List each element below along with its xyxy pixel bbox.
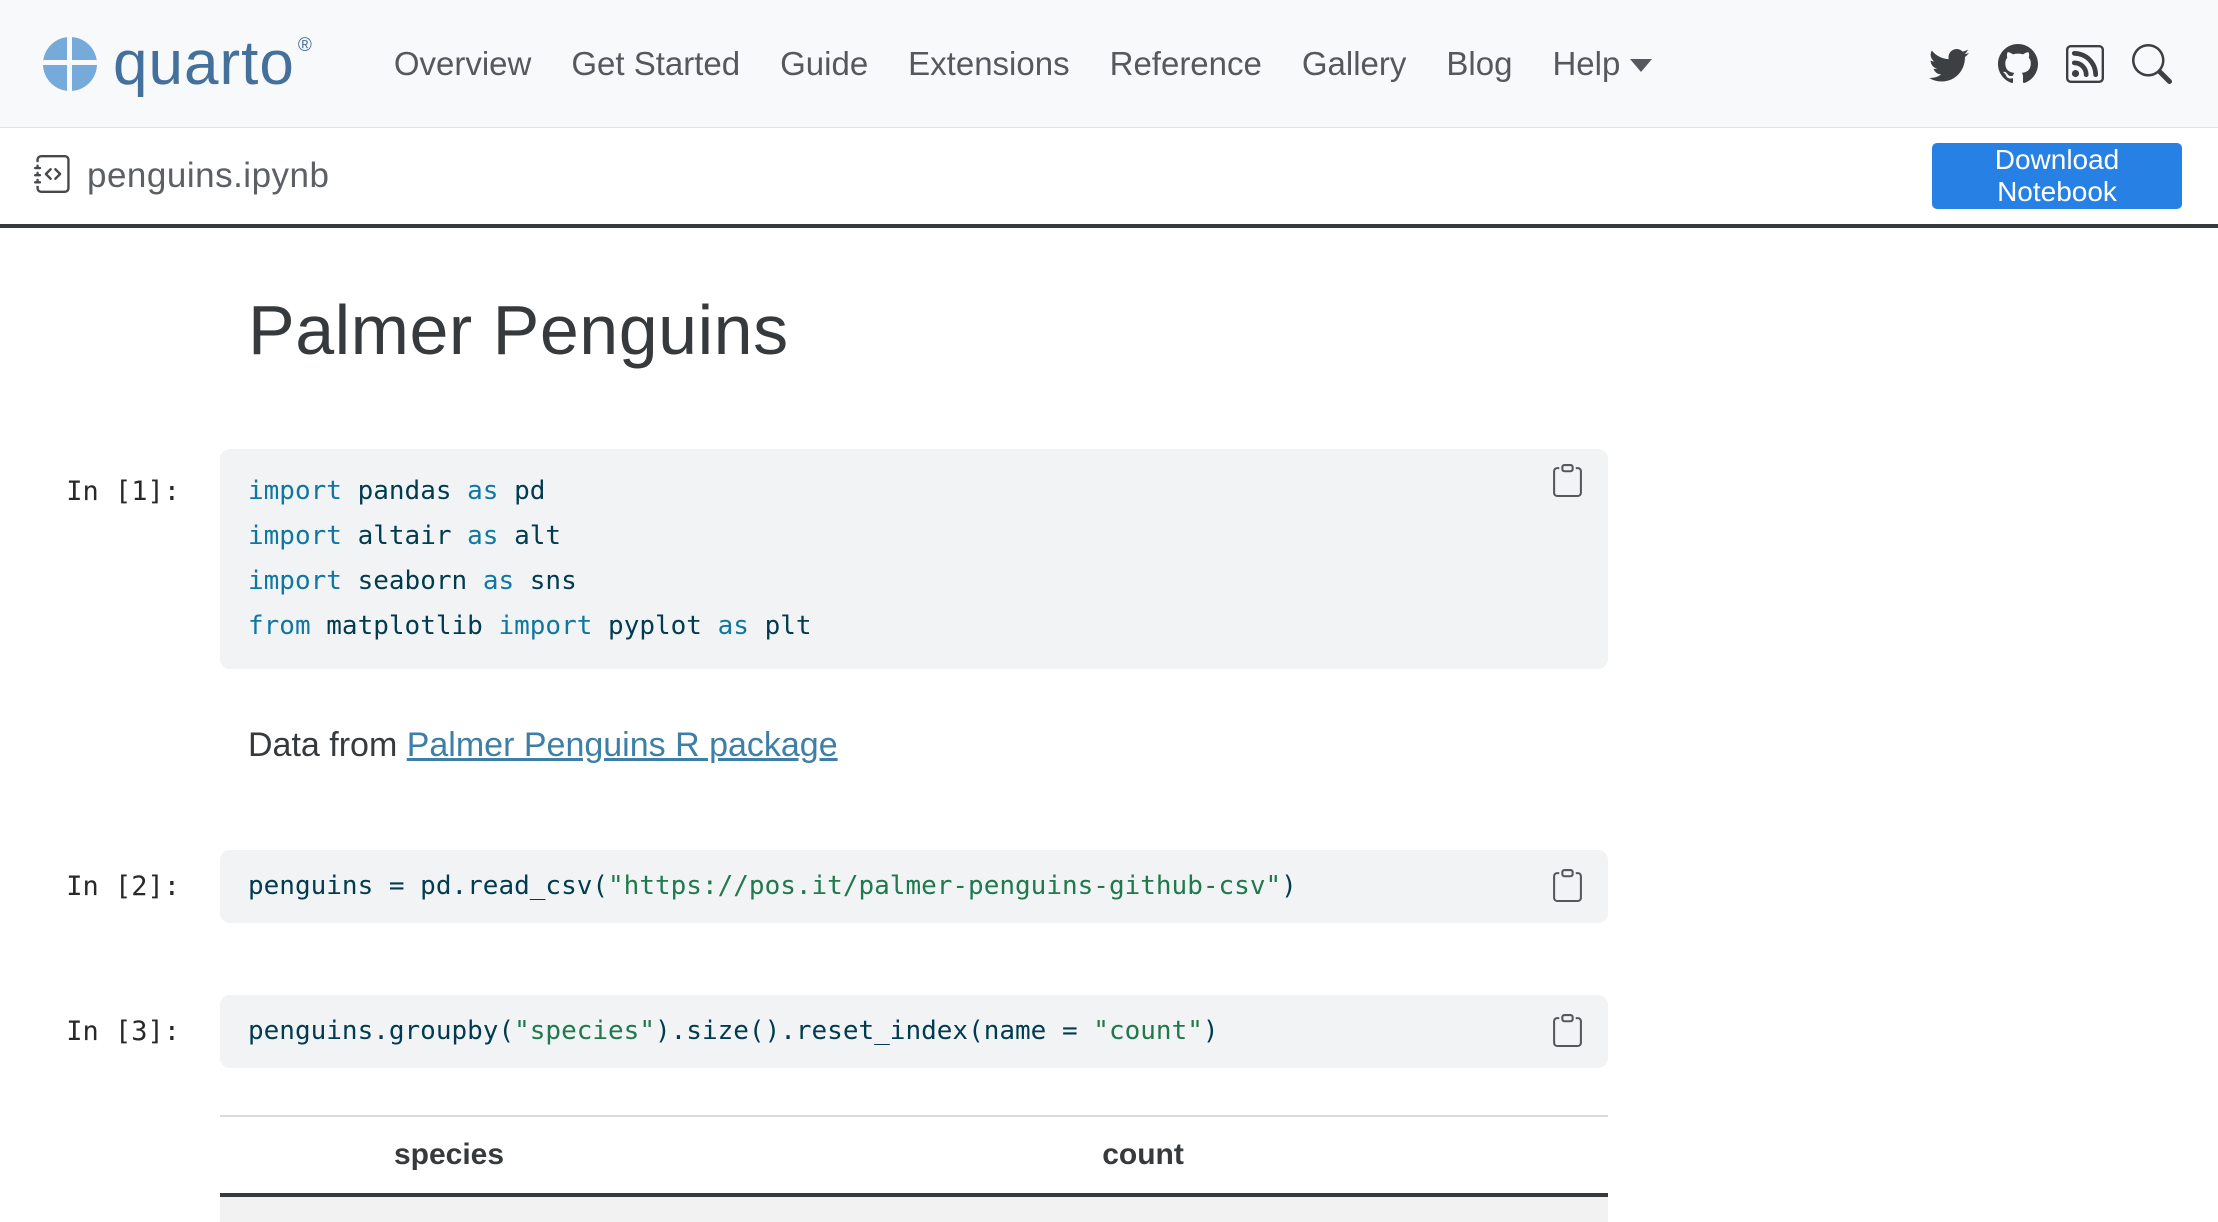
code-token: ): [1203, 1016, 1219, 1046]
nav-item-guide[interactable]: Guide: [760, 45, 888, 83]
table-row: [220, 1195, 1608, 1222]
notebook-content: Palmer Penguins In [1]: import pandas as…: [220, 292, 1608, 1222]
quarto-docs-page: quarto ® Overview Get Started Guide Exte…: [0, 0, 2218, 1222]
nav-item-extensions[interactable]: Extensions: [888, 45, 1089, 83]
top-navbar: quarto ® Overview Get Started Guide Exte…: [0, 0, 2218, 128]
notebook-filename: penguins.ipynb: [87, 156, 329, 196]
table-cell: [220, 1195, 678, 1222]
code-token: from: [248, 611, 311, 641]
cell-execution-count: In [3]:: [0, 1009, 180, 1054]
code-token: plt: [749, 611, 812, 641]
caret-down-icon: [1630, 59, 1652, 72]
notebook-cell: In [2]: penguins = pd.read_csv("https://…: [220, 850, 1608, 923]
code-content: penguins.groupby("species").size().reset…: [248, 1009, 1580, 1054]
notebook-cell: In [3]: penguins.groupby("species").size…: [220, 995, 1608, 1068]
registered-trademark: ®: [298, 35, 312, 57]
nav-item-overview[interactable]: Overview: [374, 45, 552, 83]
code-token: import: [248, 476, 342, 506]
paragraph-text: Data from: [248, 726, 407, 764]
nav-item-blog[interactable]: Blog: [1426, 45, 1532, 83]
code-block: import pandas as pd import altair as alt…: [220, 449, 1608, 669]
cell-execution-count: In [2]:: [0, 864, 180, 909]
code-token: import: [248, 566, 342, 596]
code-token: penguins.groupby(: [248, 1016, 514, 1046]
code-block: penguins.groupby("species").size().reset…: [220, 995, 1608, 1068]
code-token: as: [467, 521, 498, 551]
cell-execution-count: In [1]:: [0, 469, 180, 514]
code-token: pandas: [342, 476, 467, 506]
data-source-paragraph: Data from Palmer Penguins R package: [248, 726, 1608, 765]
copy-code-button[interactable]: [1551, 1014, 1584, 1050]
code-token: import: [248, 521, 342, 551]
table-header-row: species count: [220, 1116, 1608, 1195]
journal-code-icon: [34, 155, 72, 198]
code-token: penguins = pd.read_csv(: [248, 871, 608, 901]
code-token: ): [1281, 871, 1297, 901]
code-token: ).size().reset_index(name =: [655, 1016, 1093, 1046]
quarto-logo[interactable]: quarto ®: [43, 29, 312, 99]
code-token: import: [498, 611, 592, 641]
code-token: seaborn: [342, 566, 483, 596]
rss-icon[interactable]: [2066, 45, 2104, 83]
code-content: penguins = pd.read_csv("https://pos.it/p…: [248, 864, 1580, 909]
quarto-logo-text: quarto: [113, 29, 295, 99]
search-icon[interactable]: [2132, 44, 2172, 84]
palmer-penguins-link[interactable]: Palmer Penguins R package: [407, 726, 838, 764]
notebook-file-bar: penguins.ipynb Download Notebook: [0, 128, 2218, 228]
dataframe-output: species count: [220, 1115, 1608, 1222]
quarto-globe-icon: [43, 37, 97, 91]
page-title: Palmer Penguins: [248, 292, 1608, 369]
code-token: "https://pos.it/palmer-penguins-github-c…: [608, 871, 1281, 901]
code-token: alt: [498, 521, 561, 551]
code-token: matplotlib: [311, 611, 499, 641]
column-header-count: count: [678, 1116, 1608, 1195]
nav-item-reference[interactable]: Reference: [1090, 45, 1282, 83]
code-token: pd: [498, 476, 545, 506]
code-token: pyplot: [592, 611, 717, 641]
code-token: as: [483, 566, 514, 596]
copy-code-button[interactable]: [1551, 464, 1584, 500]
code-token: sns: [514, 566, 577, 596]
code-token: altair: [342, 521, 467, 551]
column-header-species: species: [220, 1116, 678, 1195]
code-token: "count": [1093, 1016, 1203, 1046]
notebook-file: penguins.ipynb: [34, 155, 329, 198]
twitter-icon[interactable]: [1928, 44, 1970, 84]
nav-item-get-started[interactable]: Get Started: [551, 45, 760, 83]
code-block: penguins = pd.read_csv("https://pos.it/p…: [220, 850, 1608, 923]
table-cell: [678, 1195, 1608, 1222]
code-token: as: [718, 611, 749, 641]
primary-nav: Overview Get Started Guide Extensions Re…: [374, 45, 1673, 83]
copy-code-button[interactable]: [1551, 869, 1584, 905]
download-notebook-button[interactable]: Download Notebook: [1932, 143, 2182, 209]
code-token: "species": [514, 1016, 655, 1046]
code-token: as: [467, 476, 498, 506]
github-icon[interactable]: [1998, 44, 2038, 84]
nav-item-help[interactable]: Help: [1532, 45, 1672, 83]
nav-item-gallery[interactable]: Gallery: [1282, 45, 1427, 83]
nav-item-help-label: Help: [1552, 45, 1620, 82]
notebook-cell: In [1]: import pandas as pd import altai…: [220, 449, 1608, 669]
code-content: import pandas as pd import altair as alt…: [248, 469, 1580, 649]
navbar-icon-group: [1928, 44, 2172, 84]
